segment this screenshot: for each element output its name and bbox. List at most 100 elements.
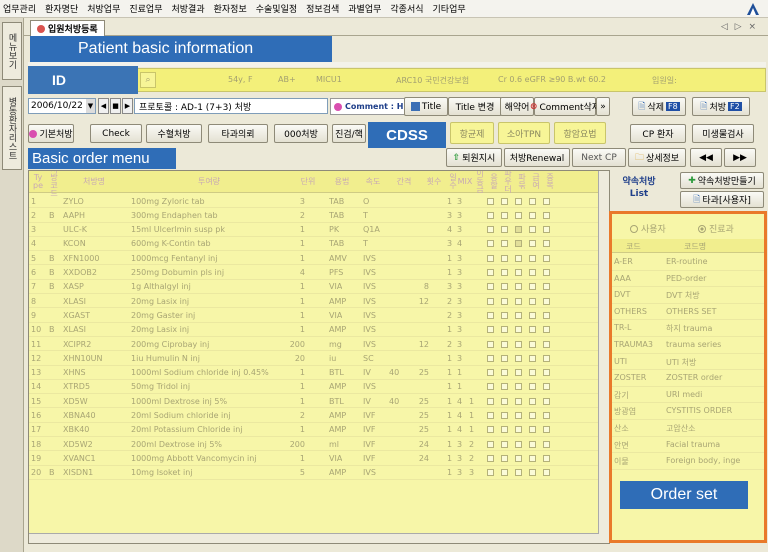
order-set-item[interactable]: AAA PED-order — [612, 271, 764, 288]
menu-item[interactable]: 처방업무 — [87, 2, 120, 15]
table-row[interactable]: 17 XBK40 20ml Potassium Chloride inj 1 AMP IV… — [29, 423, 599, 438]
table-row[interactable]: 16 XBNA40 20ml Sodium chloride inj 2 AMP IVF 2… — [29, 409, 599, 423]
stop-icon[interactable]: ■ — [110, 98, 121, 114]
grid-checkbox[interactable] — [543, 369, 550, 377]
grid-checkbox[interactable] — [543, 469, 550, 477]
grid-checkbox[interactable] — [529, 240, 536, 248]
grid-checkbox[interactable] — [543, 340, 550, 348]
basic-order-button[interactable]: 기본처방 — [28, 124, 74, 143]
grid-col-header[interactable]: 속도 — [359, 171, 387, 193]
table-row[interactable]: 8 XLASI 20mg Lasix inj 1 AMP IVS 12 2 3 — [29, 294, 599, 309]
grid-checkbox[interactable] — [501, 369, 508, 377]
menu-item[interactable]: 환자명단 — [45, 2, 78, 15]
title-change-button[interactable]: Title 변경 — [448, 97, 502, 116]
table-row[interactable]: 12 XHN10UN 1iu Humulin N inj 20 iu SC 1 3 — [29, 351, 599, 366]
grid-checkbox[interactable] — [515, 397, 522, 405]
tab-nav-arrows[interactable]: ◁ ▷ × — [721, 22, 758, 32]
check-button[interactable]: Check — [90, 124, 142, 143]
menu-item[interactable]: 각종서식 — [390, 2, 423, 15]
special-order-button[interactable]: 000처방 — [274, 124, 328, 143]
grid-checkbox[interactable] — [487, 397, 494, 405]
grid-checkbox[interactable] — [487, 254, 494, 262]
grid-checkbox[interactable] — [515, 340, 522, 348]
consult-request-button[interactable]: 타과의뢰 — [208, 124, 268, 143]
order-set-item[interactable]: UTI UTI 처방 — [612, 354, 764, 371]
grid-checkbox[interactable] — [529, 197, 536, 205]
grid-checkbox[interactable] — [543, 383, 550, 391]
grid-checkbox[interactable] — [515, 454, 522, 462]
order-date-dropdown[interactable]: 2006/10/22 ▼ — [28, 98, 96, 114]
grid-checkbox[interactable] — [515, 297, 522, 305]
menu-item[interactable]: 업무관리 — [3, 2, 36, 15]
grid-checkbox[interactable] — [529, 369, 536, 377]
table-row[interactable]: 11 XCIPR2 200mg Ciprobay inj 200 mg IVS 12 2 3 — [29, 337, 599, 352]
grid-checkbox[interactable] — [487, 454, 494, 462]
cdss-antibiotic-button[interactable]: 항균제 — [450, 122, 494, 144]
grid-checkbox[interactable] — [487, 412, 494, 419]
grid-checkbox[interactable] — [543, 240, 550, 248]
grid-col-header[interactable]: 간격 — [389, 171, 419, 193]
grid-checkbox[interactable] — [515, 354, 522, 362]
grid-checkbox[interactable] — [529, 297, 536, 305]
grid-checkbox[interactable] — [501, 469, 508, 477]
grid-checkbox[interactable] — [501, 269, 508, 276]
order-set-item[interactable]: ZOSTER ZOSTER order — [612, 370, 764, 387]
menu-item[interactable]: 진료업무 — [129, 2, 162, 15]
grid-checkbox[interactable] — [515, 469, 522, 477]
grid-checkbox[interactable] — [529, 469, 536, 477]
delete-button[interactable]: 🗎 삭제 F8 — [632, 97, 686, 116]
grid-checkbox[interactable] — [529, 354, 536, 362]
order-set-item[interactable]: 안면 Facial trauma — [612, 437, 764, 454]
grid-checkbox[interactable] — [487, 269, 494, 276]
table-row[interactable]: 20 B XISDN1 10mg Isoket inj 5 AMP IVS 1 3 3 — [29, 466, 599, 480]
grid-checkbox[interactable] — [543, 226, 550, 234]
menu-item[interactable]: 처방결과 — [172, 2, 205, 15]
grid-checkbox[interactable] — [529, 412, 536, 419]
grid-checkbox[interactable] — [501, 197, 508, 205]
grid-checkbox[interactable] — [487, 354, 494, 362]
page-next-button[interactable]: ▶▶ — [724, 148, 756, 167]
page-prev-button[interactable]: ◀◀ — [690, 148, 722, 167]
grid-checkbox[interactable] — [501, 340, 508, 348]
menu-item[interactable]: 수술및일정 — [256, 2, 297, 15]
order-set-item[interactable]: TR-L 하지 trauma — [612, 320, 764, 337]
microbiology-test-button[interactable]: 미생물검사 — [692, 124, 754, 143]
side-tab-ward-patients[interactable]: 병동환자리스트 — [1, 86, 22, 170]
grid-checkbox[interactable] — [501, 440, 508, 448]
patient-search-icon[interactable]: ⌕ — [140, 72, 156, 88]
grid-checkbox[interactable] — [487, 211, 494, 219]
grid-checkbox[interactable] — [529, 383, 536, 391]
grid-checkbox[interactable] — [543, 269, 550, 276]
menu-item[interactable]: 과별업무 — [348, 2, 381, 15]
grid-checkbox[interactable] — [501, 226, 508, 234]
make-favorite-order-button[interactable]: ✚ 약속처방만들기 — [680, 172, 764, 189]
other-dept-button[interactable]: 🗎 타과[사용자] — [680, 191, 764, 208]
grid-checkbox[interactable] — [501, 297, 508, 305]
menu-item[interactable]: 정보검색 — [306, 2, 339, 15]
table-row[interactable]: 6 B XXDOB2 250mg Dobumin pls inj 4 PFS IVS 1 3 — [29, 266, 599, 280]
cp-patient-button[interactable]: CP 환자 — [630, 124, 686, 143]
grid-checkbox[interactable] — [501, 311, 508, 319]
grid-checkbox[interactable] — [487, 226, 494, 234]
next-date-button[interactable]: ▶ — [122, 98, 133, 114]
grid-checkbox[interactable] — [515, 426, 522, 434]
order-set-item[interactable]: 감기 URI medi — [612, 387, 764, 404]
table-row[interactable]: 4 KCON 600mg K-Contin tab 1 TAB T 3 4 — [29, 237, 599, 252]
table-row[interactable]: 1 ZYLO 100mg Zyloric tab 3 TAB O 1 3 — [29, 194, 599, 209]
grid-checkbox[interactable] — [487, 297, 494, 305]
grid-checkbox[interactable] — [501, 397, 508, 405]
grid-checkbox[interactable] — [529, 226, 536, 234]
grid-checkbox[interactable] — [501, 240, 508, 248]
order-set-item[interactable]: 산소 고압산소 — [612, 420, 764, 437]
grid-checkbox[interactable] — [515, 283, 522, 291]
grid-checkbox[interactable] — [515, 240, 522, 248]
grid-checkbox[interactable] — [529, 426, 536, 434]
grid-checkbox[interactable] — [529, 440, 536, 448]
grid-checkbox[interactable] — [529, 283, 536, 291]
grid-checkbox[interactable] — [515, 311, 522, 319]
grid-col-header[interactable]: Ty pe — [31, 171, 45, 193]
grid-checkbox[interactable] — [501, 211, 508, 219]
grid-checkbox[interactable] — [487, 326, 494, 334]
grid-checkbox[interactable] — [487, 311, 494, 319]
grid-checkbox[interactable] — [515, 269, 522, 276]
